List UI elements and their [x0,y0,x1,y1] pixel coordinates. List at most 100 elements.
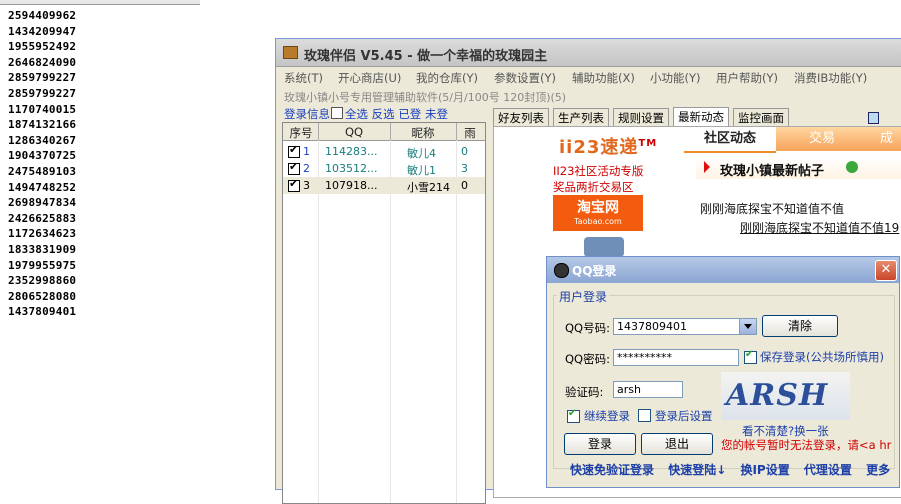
row-checkbox[interactable] [288,160,300,175]
group-label: 用户登录 [557,288,610,305]
qq-password-label: QQ密码: [565,352,610,366]
main-window-title: 玫瑰伴侣 V5.45 - 做一个幸福的玫瑰园主 [304,49,548,64]
setting-after-login-label[interactable]: 登录后设置 [655,408,713,424]
number-list-item: 1170740015 [8,102,77,116]
quick-login-link[interactable]: 快速登陆↓ [668,463,726,477]
captcha-label: 验证码: [565,385,604,399]
news-title: 玫瑰小镇最新帖子 [720,164,825,179]
col-rain[interactable]: 雨 [457,125,483,141]
account-toolbar: 登录信息 全选 反选 已登 未登 [284,106,448,122]
login-button[interactable]: 登录 [564,433,636,455]
table-row[interactable]: 1 114283... 敏儿4 0 [283,143,485,160]
tab-community-news[interactable]: 社区动态 [684,127,776,153]
news-post-2[interactable]: 刚刚海底探宝不知道值不值19 [740,219,899,236]
tab-production[interactable]: 生产列表 [553,108,609,127]
quick-login-no-captcha-link[interactable]: 快速免验证登录 [570,463,654,477]
grid-header: 序号 QQ 昵称 雨 [283,123,485,141]
menu-params[interactable]: 参数设置(Y) [494,70,556,86]
product-image[interactable] [584,237,624,257]
setting-after-login-checkbox[interactable] [638,409,651,422]
number-list-item: 1955952492 [8,40,77,54]
row-qq: 114283... [325,145,378,158]
table-row[interactable]: 2 103512... 敏儿1 3 [283,160,485,177]
tab-latest-news[interactable]: 最新动态 [673,107,729,127]
select-all-link[interactable]: 全选 [345,107,368,121]
col-qq[interactable]: QQ [319,125,389,139]
col-index[interactable]: 序号 [285,125,317,141]
notes-icon[interactable] [868,112,879,124]
logged-in-link[interactable]: 已登 [398,107,421,121]
login-warning: 您的帐号暂时无法登录，请<a hr [721,438,892,452]
row-qq: 107918... [325,179,378,192]
number-list-item: 2859799227 [8,86,77,100]
select-all-checkbox[interactable] [331,107,343,119]
close-button[interactable]: ✕ [875,260,897,281]
taobao-banner[interactable]: 淘宝网 Taobao.com [553,195,643,231]
number-list-item: 1904370725 [8,149,77,163]
menu-ib-functions[interactable]: 消费IB功能(Y) [794,70,867,86]
proxy-settings-link[interactable]: 代理设置 [804,463,852,477]
news-post-1[interactable]: 刚刚海底探宝不知道值不值 [700,200,844,217]
number-list-item: 2646824090 [8,55,77,69]
refresh-icon[interactable] [846,161,858,173]
community-tabs: 社区动态 交易 成 [684,127,901,153]
row-nickname: 小雪214 [407,181,450,194]
dialog-title: QQ登录 [572,264,617,278]
menu-system[interactable]: 系统(T) [284,70,323,86]
captcha-field[interactable]: arsh [613,381,683,398]
row-index: 3 [303,179,310,192]
invert-select-link[interactable]: 反选 [372,107,395,121]
tab-monitor[interactable]: 监控画面 [733,108,789,127]
continue-login-label[interactable]: 继续登录 [584,408,630,424]
captcha-image[interactable]: ARSH [721,372,850,420]
table-row-selected[interactable]: 3 107918... 小雪214 0 [283,177,485,194]
dialog-title-bar[interactable]: QQ登录 ✕ [547,257,899,283]
change-ip-link[interactable]: 换IP设置 [740,463,789,477]
menu-warehouse[interactable]: 我的仓库(Y) [416,70,478,86]
tab-trade[interactable]: 交易 [776,127,868,151]
not-logged-in-link[interactable]: 未登 [425,107,448,121]
menu-small-functions[interactable]: 小功能(Y) [650,70,701,86]
qq-penguin-icon [554,263,569,278]
exit-button[interactable]: 退出 [641,433,713,455]
qq-number-value: 1437809401 [617,320,687,333]
row-rain: 3 [461,162,468,175]
continue-login-checkbox[interactable] [567,408,580,423]
chevron-down-icon[interactable] [739,319,756,334]
app-icon [283,46,298,59]
number-list-item: 1434209947 [8,24,77,38]
promo-line-1[interactable]: II23社区活动专版 [553,163,643,179]
menu-help[interactable]: 用户帮助(Y) [716,70,778,86]
taobao-logo-text: 淘宝网 [577,200,619,216]
save-login-checkbox[interactable] [744,349,757,364]
number-list-item: 2859799227 [8,71,77,85]
number-list-item: 2594409962 [8,9,77,22]
main-title-bar[interactable]: 玫瑰伴侣 V5.45 - 做一个幸福的玫瑰园主 [276,39,901,67]
row-rain: 0 [461,179,468,192]
tab-more-community[interactable]: 成 [868,127,901,151]
qq-number-combobox[interactable]: 1437809401 [613,318,757,335]
row-nickname: 敏儿1 [407,164,436,177]
row-index: 2 [303,162,310,175]
account-grid: 序号 QQ 昵称 雨 1 114283... 敏儿4 0 2 103512...… [282,122,486,504]
menu-shop[interactable]: 开心商店(U) [338,70,401,86]
login-info-link[interactable]: 登录信息 [284,107,330,121]
qq-number-list: 2594409962 1434209947 1955952492 2646824090… [8,8,76,320]
row-checkbox[interactable] [288,177,300,192]
tab-friends[interactable]: 好友列表 [493,108,549,127]
ii23-logo: ii23速递TM [559,137,658,158]
number-list-item: 1172634623 [8,227,77,241]
row-checkbox[interactable] [288,143,300,158]
more-link[interactable]: 更多 [866,463,890,477]
menu-assist[interactable]: 辅助功能(X) [572,70,635,86]
number-list-item: 1874132166 [8,118,77,132]
col-nickname[interactable]: 昵称 [391,125,455,141]
save-login-label[interactable]: 保存登录(公共场所慎用) [760,349,884,365]
background-window-edge [0,0,280,5]
tab-rules[interactable]: 规则设置 [613,108,669,127]
number-list-item: 1494748252 [8,180,77,194]
clear-button[interactable]: 清除 [762,315,838,337]
qq-password-field[interactable]: ********** [613,349,739,366]
row-qq: 103512... [325,162,378,175]
promo-line-2[interactable]: 奖品两折交易区 [553,179,634,195]
